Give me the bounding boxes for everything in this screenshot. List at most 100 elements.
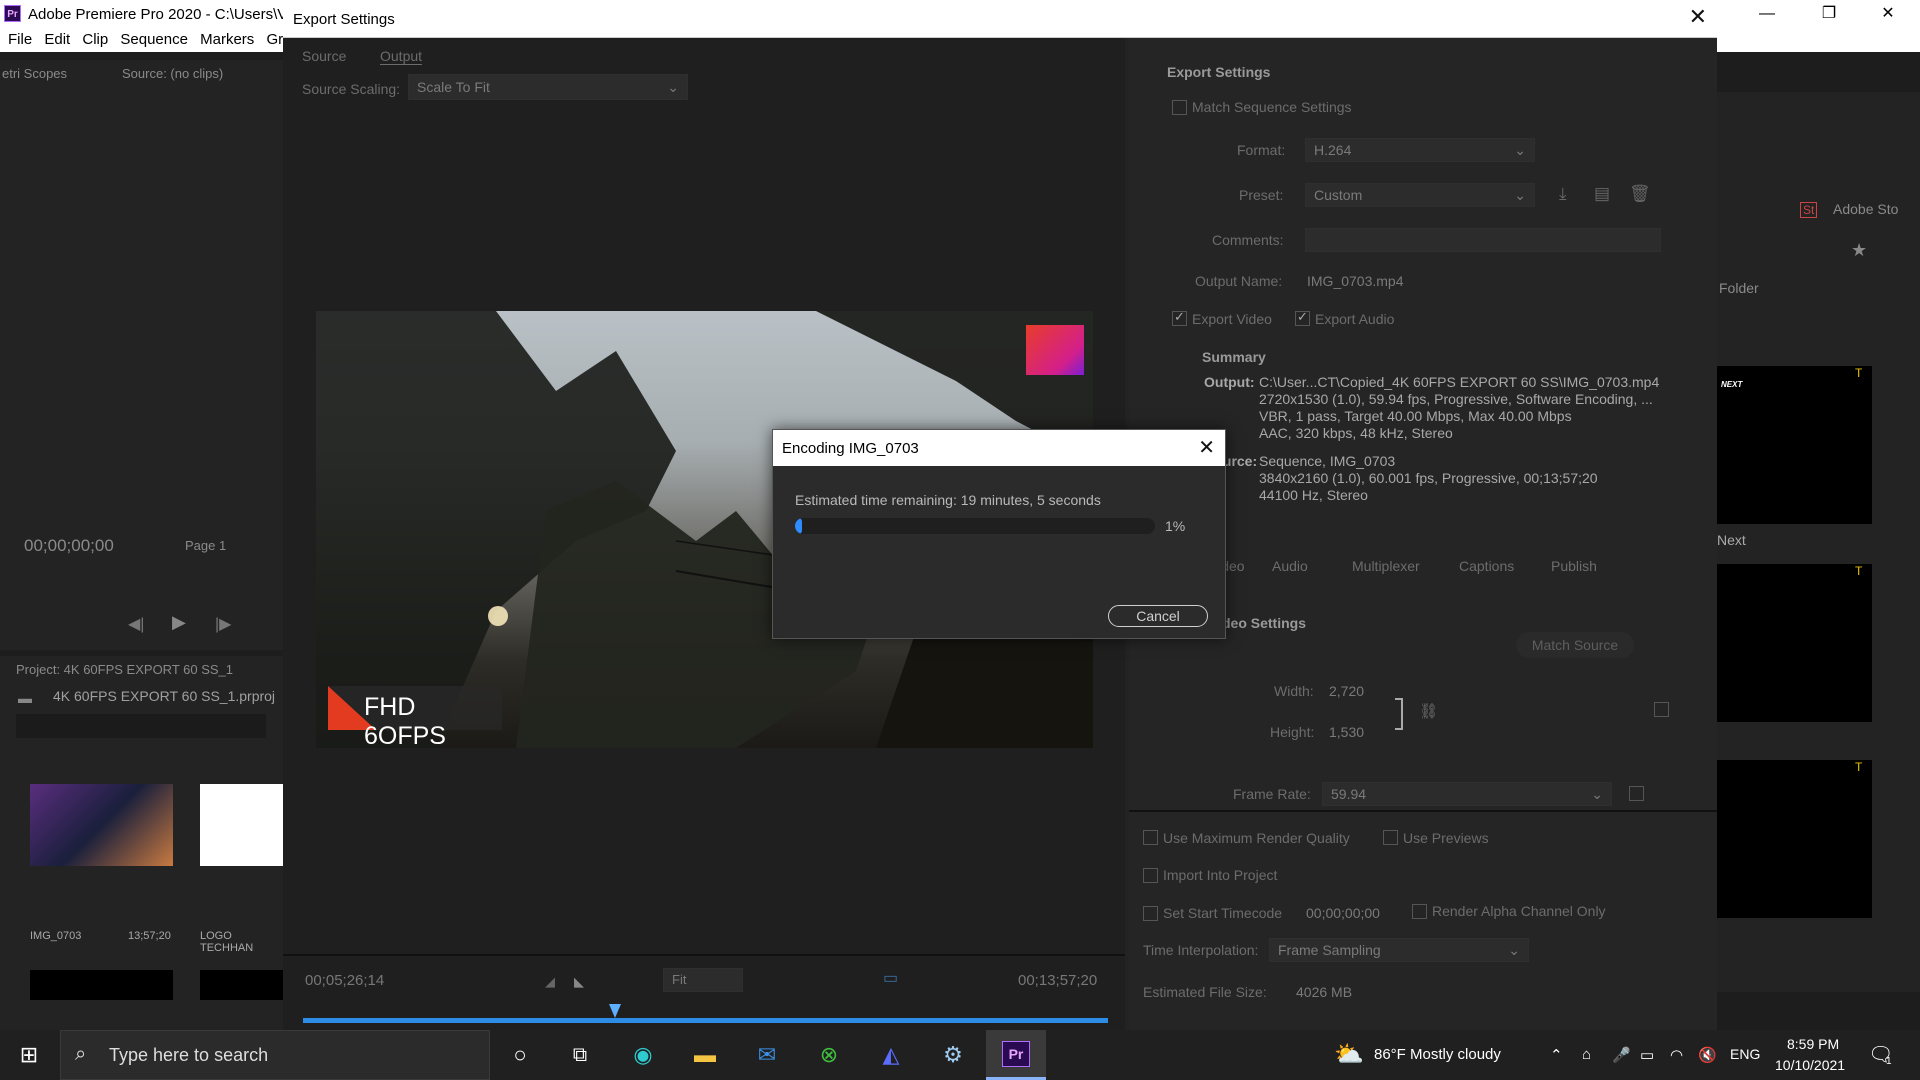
clock-date[interactable]: 10/10/2021	[1775, 1057, 1845, 1073]
clip-thumbnail[interactable]	[200, 970, 283, 1000]
export-audio-checkbox[interactable]	[1295, 309, 1310, 326]
comments-input[interactable]	[1305, 228, 1661, 252]
task-view-icon[interactable]: ⧉	[563, 1039, 597, 1071]
play-icon[interactable]: ▶	[172, 612, 186, 633]
tab-output[interactable]: Output	[380, 48, 423, 65]
export-video-checkbox[interactable]	[1172, 309, 1187, 326]
folder-icon: ▬	[18, 690, 32, 706]
language-indicator[interactable]: ENG	[1730, 1046, 1760, 1062]
width-value[interactable]: 2,720	[1329, 683, 1364, 699]
step-forward-icon[interactable]: |▶	[215, 614, 231, 634]
width-checkbox[interactable]	[1654, 702, 1669, 717]
step-back-icon[interactable]: ◀|	[128, 614, 144, 634]
set-start-tc-checkbox[interactable]	[1143, 906, 1158, 921]
height-value[interactable]: 1,530	[1329, 724, 1364, 740]
windows-start-icon[interactable]: ⊞	[12, 1039, 46, 1071]
microphone-icon[interactable]: 🎤	[1612, 1046, 1631, 1064]
mark-in-icon[interactable]: ◢	[545, 974, 555, 990]
match-sequence-checkbox[interactable]	[1172, 100, 1187, 115]
delete-preset-icon[interactable]: 🗑	[1629, 184, 1651, 204]
max-render-checkbox[interactable]	[1143, 830, 1158, 845]
xbox-icon[interactable]: ⊗	[812, 1039, 846, 1071]
output-name-link[interactable]: IMG_0703.mp4	[1307, 273, 1404, 289]
app-icon[interactable]: ◭	[874, 1039, 908, 1071]
battery-icon[interactable]: ▭	[1640, 1046, 1654, 1064]
notification-count: 1	[1886, 1056, 1892, 1067]
logo-overlay	[1026, 325, 1084, 375]
device-icon[interactable]: ⌂	[1582, 1046, 1591, 1063]
preset-value: Custom	[1314, 187, 1363, 203]
menu-file[interactable]: File	[8, 31, 32, 48]
encoding-titlebar: Encoding IMG_0703 ✕	[773, 430, 1225, 466]
clock-time[interactable]: 8:59 PM	[1787, 1036, 1839, 1052]
mogrt-thumbnail[interactable]	[1717, 760, 1872, 918]
premiere-icon: Pr	[1002, 1041, 1030, 1067]
mail-icon[interactable]: ✉	[750, 1039, 784, 1071]
project-tab[interactable]: Project: 4K 60FPS EXPORT 60 SS_1	[16, 662, 233, 677]
source-tab[interactable]: Source: (no clips)	[122, 66, 223, 81]
fit-dropdown[interactable]: Fit	[663, 968, 743, 992]
use-previews-label: Use Previews	[1403, 830, 1489, 846]
link-icon[interactable]: ⛓	[1419, 702, 1438, 720]
clip-thumbnail-logo[interactable]	[200, 784, 283, 866]
match-source-button[interactable]: Match Source	[1516, 632, 1634, 658]
weather-text[interactable]: 86°F Mostly cloudy	[1374, 1046, 1501, 1063]
use-previews-checkbox[interactable]	[1383, 830, 1398, 845]
star-icon[interactable]: ★	[1851, 240, 1867, 261]
page-selector[interactable]: Page 1	[185, 538, 226, 553]
frame-rate-dropdown[interactable]: 59.94 ⌄	[1322, 782, 1612, 806]
import-project-checkbox[interactable]	[1143, 868, 1158, 883]
tab-source[interactable]: Source	[302, 48, 346, 64]
menu-markers[interactable]: Markers	[200, 31, 254, 48]
output-label: Output:	[1204, 374, 1255, 390]
steam-icon[interactable]: ⚙	[936, 1039, 970, 1071]
premiere-taskbar-button[interactable]: Pr	[986, 1030, 1046, 1080]
time-interp-dropdown[interactable]: Frame Sampling ⌄	[1269, 938, 1529, 962]
source-panel: etri Scopes Source: (no clips) 00;00;00;…	[0, 60, 283, 650]
mogrt-thumbnail[interactable]: NEXT	[1717, 366, 1872, 524]
menu-edit[interactable]: Edit	[44, 31, 70, 48]
project-search-input[interactable]	[16, 714, 266, 738]
file-explorer-icon[interactable]: ▬	[688, 1039, 722, 1071]
folder-label: Folder	[1719, 280, 1759, 296]
menu-clip[interactable]: Clip	[82, 31, 108, 48]
cancel-button[interactable]: Cancel	[1108, 605, 1208, 627]
close-icon[interactable]: ✕	[1198, 435, 1215, 460]
taskbar-search-input[interactable]: ⌕ Type here to search	[60, 1030, 490, 1080]
tab-multiplexer[interactable]: Multiplexer	[1352, 558, 1420, 574]
timeline-scrubber[interactable]	[303, 1018, 1108, 1023]
tab-publish[interactable]: Publish	[1551, 558, 1597, 574]
mark-out-icon[interactable]: ◣	[574, 974, 584, 990]
volume-muted-icon[interactable]: 🔇	[1698, 1046, 1717, 1064]
tab-audio[interactable]: Audio	[1272, 558, 1308, 574]
format-dropdown[interactable]: H.264 ⌄	[1305, 138, 1535, 162]
minimize-button[interactable]: —	[1744, 0, 1790, 28]
mogrt-thumbnail[interactable]	[1717, 564, 1872, 722]
time-remaining: Estimated time remaining: 19 minutes, 5 …	[795, 492, 1101, 508]
height-label: Height:	[1270, 724, 1315, 740]
est-size-value: 4026 MB	[1296, 984, 1353, 1000]
frame-rate-checkbox[interactable]	[1629, 786, 1644, 801]
clip-thumbnail-img0703[interactable]	[30, 784, 173, 866]
save-preset-icon[interactable]: ⤓	[1559, 184, 1567, 204]
menu-graphics[interactable]: Gr	[266, 31, 283, 48]
scopes-tab[interactable]: etri Scopes	[2, 66, 67, 81]
crop-icon[interactable]: ▭	[883, 968, 898, 988]
clip-thumbnail[interactable]	[30, 970, 173, 1000]
menu-sequence[interactable]: Sequence	[120, 31, 188, 48]
start-tc-value[interactable]: 00;00;00;00	[1306, 905, 1380, 921]
chevron-up-icon[interactable]: ⌃	[1550, 1046, 1563, 1064]
summary-header: Summary	[1202, 349, 1266, 365]
wifi-icon[interactable]: ◠	[1670, 1046, 1683, 1064]
preset-dropdown[interactable]: Custom ⌄	[1305, 183, 1535, 207]
import-preset-icon[interactable]: ▤	[1594, 184, 1610, 204]
cortana-icon[interactable]: ○	[503, 1039, 537, 1071]
source-scaling-dropdown[interactable]: Scale To Fit ⌄	[408, 74, 688, 100]
restore-button[interactable]: ❐	[1806, 0, 1852, 28]
tab-captions[interactable]: Captions	[1459, 558, 1514, 574]
close-button[interactable]: ✕	[1865, 0, 1911, 28]
render-alpha-checkbox[interactable]	[1412, 904, 1427, 919]
playhead-icon[interactable]	[609, 1004, 621, 1018]
edge-icon[interactable]: ◉	[626, 1039, 660, 1071]
close-icon[interactable]: ✕	[1689, 4, 1707, 30]
